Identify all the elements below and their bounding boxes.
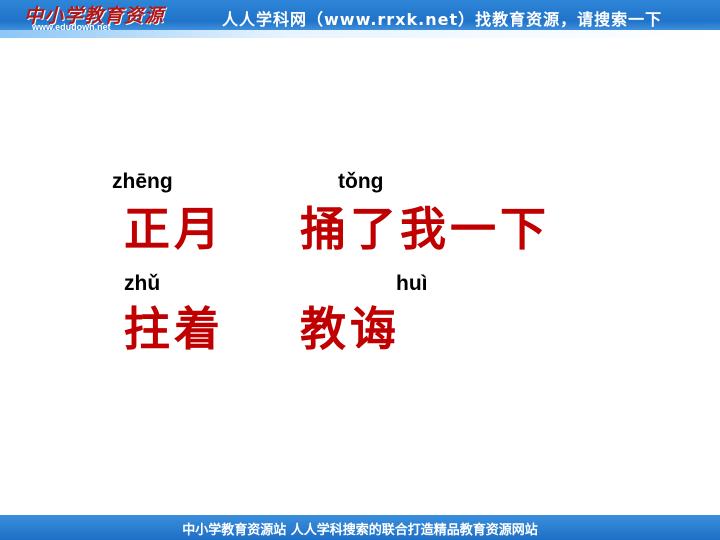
pinyin-hui: huì	[396, 272, 428, 295]
bottom-banner: 中小学教育资源站 人人学科搜索的联合打造精品教育资源网站	[0, 515, 720, 540]
pinyin-zhu: zhǔ	[124, 272, 161, 295]
pinyin-zheng: zhēng	[112, 170, 173, 193]
top-banner: 中小学教育资源 www.edudown.net 人人学科网（www.rrxk.n…	[0, 0, 720, 38]
word-tongle-wo-yixia: 捅了我一下	[300, 202, 550, 256]
pinyin-tong: tǒng	[338, 170, 384, 193]
word-zhengyue: 正月	[124, 202, 224, 256]
word-zhuzhe: 拄着	[124, 302, 224, 356]
banner-text: 人人学科网（www.rrxk.net）找教育资源，请搜索一下	[222, 10, 663, 29]
word-jiaohui: 教诲	[300, 302, 400, 356]
footer-text: 中小学教育资源站 人人学科搜索的联合打造精品教育资源网站	[182, 523, 538, 538]
site-logo[interactable]: 中小学教育资源 www.edudown.net	[4, 0, 164, 32]
banner-stripe	[0, 30, 720, 38]
